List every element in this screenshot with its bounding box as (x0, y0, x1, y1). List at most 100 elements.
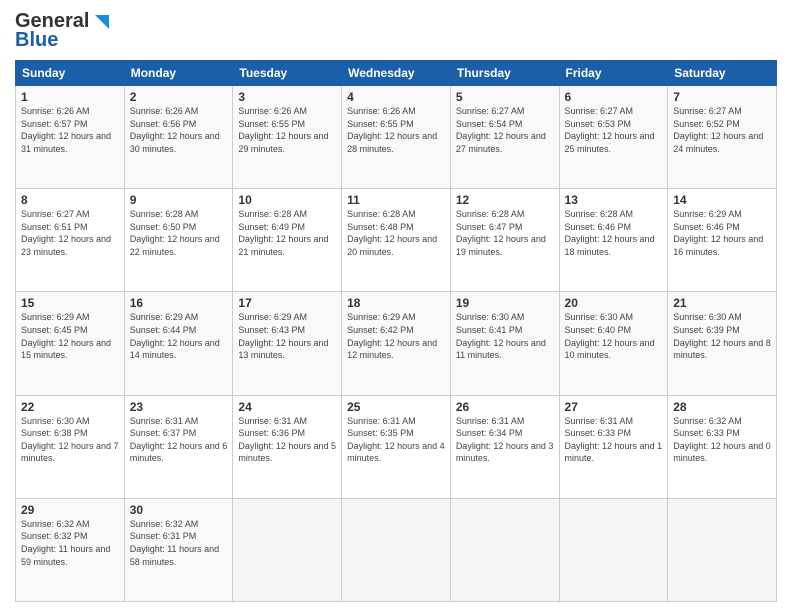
sunset-text: Sunset: 6:52 PM (673, 119, 740, 129)
day-number: 12 (456, 193, 554, 207)
sunrise-text: Sunrise: 6:28 AM (456, 209, 525, 219)
calendar-week-row: 29Sunrise: 6:32 AMSunset: 6:32 PMDayligh… (16, 498, 777, 601)
calendar-cell: 20Sunrise: 6:30 AMSunset: 6:40 PMDayligh… (559, 292, 668, 395)
daylight-text: Daylight: 12 hours and 3 minutes. (456, 441, 554, 464)
logo-icon (89, 11, 111, 33)
calendar-cell: 4Sunrise: 6:26 AMSunset: 6:55 PMDaylight… (342, 86, 451, 189)
day-info: Sunrise: 6:29 AMSunset: 6:45 PMDaylight:… (21, 311, 119, 361)
day-info: Sunrise: 6:30 AM Sunset: 6:39 PM Daylight:… (673, 311, 771, 361)
sunset-text: Sunset: 6:39 PM (673, 325, 740, 335)
day-number: 22 (21, 400, 119, 414)
calendar-day-header: Monday (124, 61, 233, 86)
daylight-text: Daylight: 12 hours and 0 minutes. (673, 441, 771, 464)
day-info: Sunrise: 6:30 AMSunset: 6:41 PMDaylight:… (456, 311, 554, 361)
day-info: Sunrise: 6:27 AMSunset: 6:52 PMDaylight:… (673, 105, 771, 155)
sunset-text: Sunset: 6:44 PM (130, 325, 197, 335)
sunrise-text: Sunrise: 6:32 AM (21, 519, 90, 529)
day-info: Sunrise: 6:31 AMSunset: 6:37 PMDaylight:… (130, 415, 228, 465)
sunrise-text: Sunrise: 6:29 AM (130, 312, 199, 322)
daylight-text: Daylight: 12 hours and 4 minutes. (347, 441, 445, 464)
calendar-cell: 17Sunrise: 6:29 AMSunset: 6:43 PMDayligh… (233, 292, 342, 395)
day-info: Sunrise: 6:28 AMSunset: 6:50 PMDaylight:… (130, 208, 228, 258)
daylight-text: Daylight: 11 hours and 59 minutes. (21, 544, 110, 567)
daylight-text: Daylight: 12 hours and 19 minutes. (456, 234, 546, 257)
day-info: Sunrise: 6:29 AM Sunset: 6:44 PM Daylight:… (130, 311, 228, 361)
logo-blue: Blue (15, 29, 58, 52)
logo: General Blue (15, 10, 111, 52)
sunrise-text: Sunrise: 6:28 AM (347, 209, 416, 219)
daylight-text: Daylight: 12 hours and 27 minutes. (456, 131, 546, 154)
daylight-text: Daylight: 12 hours and 13 minutes. (238, 338, 328, 361)
calendar-week-row: 22Sunrise: 6:30 AMSunset: 6:38 PMDayligh… (16, 395, 777, 498)
day-info: Sunrise: 6:31 AM Sunset: 6:36 PM Daylight:… (238, 415, 336, 465)
sunrise-text: Sunrise: 6:27 AM (673, 106, 742, 116)
sunrise-text: Sunrise: 6:31 AM (238, 416, 307, 426)
day-number: 17 (238, 296, 336, 310)
sunset-text: Sunset: 6:40 PM (565, 325, 632, 335)
calendar-day-header: Sunday (16, 61, 125, 86)
daylight-text: Daylight: 12 hours and 10 minutes. (565, 338, 655, 361)
day-number: 2 (130, 90, 228, 104)
sunrise-text: Sunrise: 6:28 AM (565, 209, 634, 219)
calendar-week-row: 15Sunrise: 6:29 AMSunset: 6:45 PMDayligh… (16, 292, 777, 395)
daylight-text: Daylight: 12 hours and 23 minutes. (21, 234, 111, 257)
day-info: Sunrise: 6:32 AMSunset: 6:32 PMDaylight:… (21, 518, 119, 568)
sunrise-text: Sunrise: 6:30 AM (456, 312, 525, 322)
sunrise-text: Sunrise: 6:26 AM (21, 106, 90, 116)
calendar-header-row: SundayMondayTuesdayWednesdayThursdayFrid… (16, 61, 777, 86)
day-number: 11 (347, 193, 445, 207)
day-number: 29 (21, 503, 119, 517)
calendar-cell (233, 498, 342, 601)
calendar-cell: 16Sunrise: 6:29 AMSunset: 6:44 PMDayligh… (124, 292, 233, 395)
daylight-text: Daylight: 12 hours and 25 minutes. (565, 131, 655, 154)
sunset-text: Sunset: 6:33 PM (673, 428, 740, 438)
calendar-cell: 6Sunrise: 6:27 AMSunset: 6:53 PMDaylight… (559, 86, 668, 189)
day-info: Sunrise: 6:31 AMSunset: 6:33 PMDaylight:… (565, 415, 663, 465)
calendar-cell: 1Sunrise: 6:26 AMSunset: 6:57 PMDaylight… (16, 86, 125, 189)
calendar-cell: 26Sunrise: 6:31 AMSunset: 6:34 PMDayligh… (450, 395, 559, 498)
calendar-cell: 24Sunrise: 6:31 AMSunset: 6:36 PMDayligh… (233, 395, 342, 498)
daylight-text: Daylight: 12 hours and 30 minutes. (130, 131, 220, 154)
day-number: 3 (238, 90, 336, 104)
calendar-cell: 28Sunrise: 6:32 AMSunset: 6:33 PMDayligh… (668, 395, 777, 498)
sunrise-text: Sunrise: 6:26 AM (238, 106, 307, 116)
day-number: 23 (130, 400, 228, 414)
day-info: Sunrise: 6:27 AMSunset: 6:53 PMDaylight:… (565, 105, 663, 155)
day-number: 21 (673, 296, 771, 310)
day-info: Sunrise: 6:28 AMSunset: 6:46 PMDaylight:… (565, 208, 663, 258)
daylight-text: Daylight: 12 hours and 5 minutes. (238, 441, 336, 464)
day-number: 18 (347, 296, 445, 310)
sunset-text: Sunset: 6:31 PM (130, 531, 197, 541)
sunrise-text: Sunrise: 6:27 AM (21, 209, 90, 219)
daylight-text: Daylight: 12 hours and 11 minutes. (456, 338, 546, 361)
sunrise-text: Sunrise: 6:31 AM (456, 416, 525, 426)
day-number: 4 (347, 90, 445, 104)
sunset-text: Sunset: 6:54 PM (456, 119, 523, 129)
calendar-week-row: 1Sunrise: 6:26 AMSunset: 6:57 PMDaylight… (16, 86, 777, 189)
sunset-text: Sunset: 6:36 PM (238, 428, 305, 438)
daylight-text: Daylight: 12 hours and 8 minutes. (673, 338, 771, 361)
daylight-text: Daylight: 12 hours and 18 minutes. (565, 234, 655, 257)
calendar-cell: 25Sunrise: 6:31 AMSunset: 6:35 PMDayligh… (342, 395, 451, 498)
day-info: Sunrise: 6:27 AMSunset: 6:51 PMDaylight:… (21, 208, 119, 258)
day-number: 1 (21, 90, 119, 104)
daylight-text: Daylight: 12 hours and 12 minutes. (347, 338, 437, 361)
day-number: 26 (456, 400, 554, 414)
calendar-cell: 2Sunrise: 6:26 AMSunset: 6:56 PMDaylight… (124, 86, 233, 189)
day-info: Sunrise: 6:29 AMSunset: 6:42 PMDaylight:… (347, 311, 445, 361)
daylight-text: Daylight: 12 hours and 14 minutes. (130, 338, 220, 361)
sunrise-text: Sunrise: 6:32 AM (130, 519, 199, 529)
calendar-body: 1Sunrise: 6:26 AMSunset: 6:57 PMDaylight… (16, 86, 777, 602)
sunrise-text: Sunrise: 6:26 AM (347, 106, 416, 116)
sunset-text: Sunset: 6:55 PM (347, 119, 414, 129)
sunset-text: Sunset: 6:43 PM (238, 325, 305, 335)
sunset-text: Sunset: 6:38 PM (21, 428, 88, 438)
sunrise-text: Sunrise: 6:32 AM (673, 416, 742, 426)
sunrise-text: Sunrise: 6:30 AM (673, 312, 742, 322)
calendar-cell: 10Sunrise: 6:28 AMSunset: 6:49 PMDayligh… (233, 189, 342, 292)
day-info: Sunrise: 6:30 AMSunset: 6:38 PMDaylight:… (21, 415, 119, 465)
sunrise-text: Sunrise: 6:31 AM (130, 416, 199, 426)
day-number: 20 (565, 296, 663, 310)
sunrise-text: Sunrise: 6:31 AM (565, 416, 634, 426)
sunset-text: Sunset: 6:42 PM (347, 325, 414, 335)
